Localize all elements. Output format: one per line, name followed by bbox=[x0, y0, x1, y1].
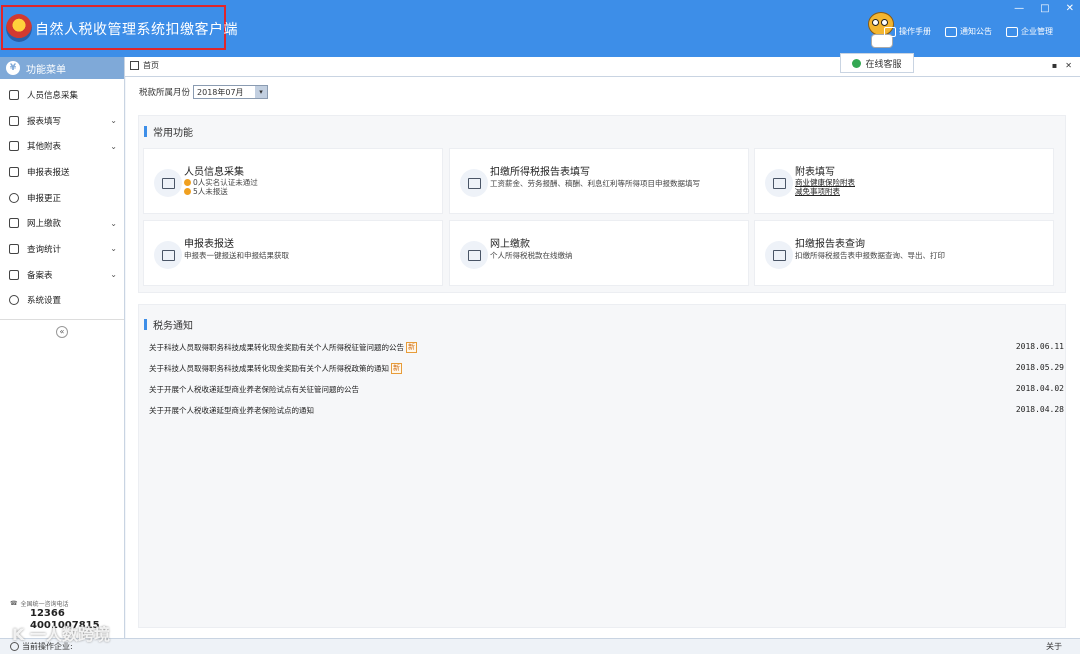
minimize-button[interactable]: — bbox=[1014, 3, 1024, 14]
sidebar-item-online-payment[interactable]: 网上缴款 ⌄ bbox=[0, 210, 124, 236]
app-header: 自然人税收管理系统扣缴客户端 操作手册 通知公告 企业管理 — □ ✕ bbox=[0, 0, 1080, 57]
notice-link[interactable]: 通知公告 bbox=[945, 26, 992, 37]
status-bar: 当前操作企业: 关于 bbox=[0, 638, 1080, 654]
chevron-down-icon: ⌄ bbox=[110, 116, 117, 126]
tab-bar: 首页 ▪ ✕ bbox=[125, 57, 1080, 77]
company-manage-link[interactable]: 企业管理 bbox=[1006, 26, 1053, 37]
card-withholding-report[interactable]: 扣缴所得税报告表填写 工资薪金、劳务报酬、稿酬、利息红利等所得项目申报数据填写 bbox=[449, 148, 749, 214]
sidebar-item-person-info[interactable]: 人员信息采集 bbox=[0, 82, 124, 108]
report-send-icon bbox=[9, 166, 19, 177]
grid-icon bbox=[9, 141, 19, 152]
tab-close-button[interactable]: ✕ bbox=[1065, 61, 1072, 70]
hotline-number-1: 12366 bbox=[30, 608, 65, 619]
main-content: 税款所属月份 2018年07月 ▾ 常用功能 人员信息采集 0人实名认证未通过 … bbox=[126, 77, 1080, 638]
book-icon bbox=[884, 26, 896, 37]
tax-emblem-icon bbox=[6, 14, 32, 42]
edit-icon bbox=[9, 115, 19, 126]
chevron-down-icon: ⌄ bbox=[110, 218, 117, 228]
period-select[interactable]: 2018年07月 ▾ bbox=[193, 85, 269, 99]
form-icon bbox=[460, 169, 488, 197]
stats-icon bbox=[9, 243, 19, 254]
chevron-down-icon: ⌄ bbox=[110, 141, 117, 151]
tab-controls: ▪ ✕ bbox=[1052, 61, 1072, 70]
sidebar-item-other-schedules[interactable]: 其他附表 ⌄ bbox=[0, 133, 124, 159]
search-correct-icon bbox=[9, 192, 19, 203]
common-functions-panel: 常用功能 人员信息采集 0人实名认证未通过 5人未报送 扣缴所得税报告表填写 工… bbox=[138, 115, 1066, 293]
wallet-icon bbox=[460, 241, 488, 269]
sidebar-item-filing[interactable]: 备案表 ⌄ bbox=[0, 262, 124, 288]
person-icon bbox=[9, 89, 19, 100]
sidebar-item-report-submit[interactable]: 申报表报送 bbox=[0, 159, 124, 185]
card-report-query[interactable]: 扣缴报告表查询 扣缴所得税报告表申报数据查询、导出、打印 bbox=[754, 220, 1054, 286]
new-badge: 新 bbox=[391, 363, 402, 374]
warning-icon bbox=[184, 179, 191, 186]
tax-period: 税款所属月份 2018年07月 ▾ bbox=[139, 85, 269, 99]
sidebar-item-report-fill[interactable]: 报表填写 ⌄ bbox=[0, 108, 124, 134]
sidebar-item-correction[interactable]: 申报更正 bbox=[0, 185, 124, 211]
sidebar: ¥ 功能菜单 人员信息采集 报表填写 ⌄ 其他附表 ⌄ 申报表报送 申报更正 网上缴… bbox=[0, 57, 125, 654]
sidebar-item-settings[interactable]: 系统设置 bbox=[0, 288, 124, 314]
service-icon bbox=[852, 58, 862, 68]
sidebar-item-query-stats[interactable]: 查询统计 ⌄ bbox=[0, 236, 124, 262]
query-icon bbox=[765, 241, 793, 269]
manual-link[interactable]: 操作手册 bbox=[884, 26, 931, 37]
sidebar-divider bbox=[0, 319, 124, 321]
payment-icon bbox=[9, 218, 19, 229]
watermark: K 一人数跨境 bbox=[12, 625, 110, 644]
card-report-submit[interactable]: 申报表报送 申报表一键报送和申报结果获取 bbox=[143, 220, 443, 286]
tab-restore-button[interactable]: ▪ bbox=[1052, 61, 1057, 70]
chevron-down-icon: ⌄ bbox=[110, 270, 117, 280]
app-title: 自然人税收管理系统扣缴客户端 bbox=[35, 22, 238, 38]
building-icon bbox=[1006, 26, 1018, 37]
header-links: 操作手册 通知公告 企业管理 bbox=[884, 26, 1053, 37]
section-title: 税务通知 bbox=[144, 317, 193, 332]
yen-icon: ¥ bbox=[6, 61, 20, 75]
period-label: 税款所属月份 bbox=[139, 88, 191, 98]
tab-home[interactable]: 首页 bbox=[130, 60, 159, 71]
warning-icon bbox=[184, 188, 191, 195]
chevron-down-icon: ⌄ bbox=[110, 244, 117, 254]
file-icon bbox=[9, 269, 19, 280]
card-person-info[interactable]: 人员信息采集 0人实名认证未通过 5人未报送 bbox=[143, 148, 443, 214]
app-title-box: 自然人税收管理系统扣缴客户端 bbox=[1, 5, 238, 50]
card-online-payment[interactable]: 网上缴款 个人所得税税款在线缴纳 bbox=[449, 220, 749, 286]
new-badge: 新 bbox=[406, 342, 417, 353]
gear-icon bbox=[9, 295, 19, 306]
phone-icon: ☎ bbox=[10, 600, 18, 607]
relief-items-link[interactable]: 减免事项附表 bbox=[795, 186, 840, 197]
close-button[interactable]: ✕ bbox=[1066, 3, 1074, 14]
pen-icon bbox=[765, 169, 793, 197]
home-icon bbox=[130, 61, 139, 70]
about-link[interactable]: 关于 bbox=[1046, 641, 1062, 652]
sidebar-collapse-button[interactable]: « bbox=[56, 326, 68, 339]
send-icon bbox=[154, 241, 182, 269]
online-service-button[interactable]: 在线客服 bbox=[840, 53, 914, 73]
sidebar-header: ¥ 功能菜单 bbox=[0, 57, 124, 79]
chevron-down-icon[interactable]: ▾ bbox=[255, 86, 268, 98]
section-title: 常用功能 bbox=[144, 124, 193, 139]
mail-icon bbox=[945, 26, 957, 37]
person-card-icon bbox=[154, 169, 182, 197]
maximize-button[interactable]: □ bbox=[1040, 3, 1049, 14]
window-controls: — □ ✕ bbox=[1014, 3, 1074, 14]
card-schedule-fill[interactable]: 附表填写 商业健康保险附表 减免事项附表 bbox=[754, 148, 1054, 214]
